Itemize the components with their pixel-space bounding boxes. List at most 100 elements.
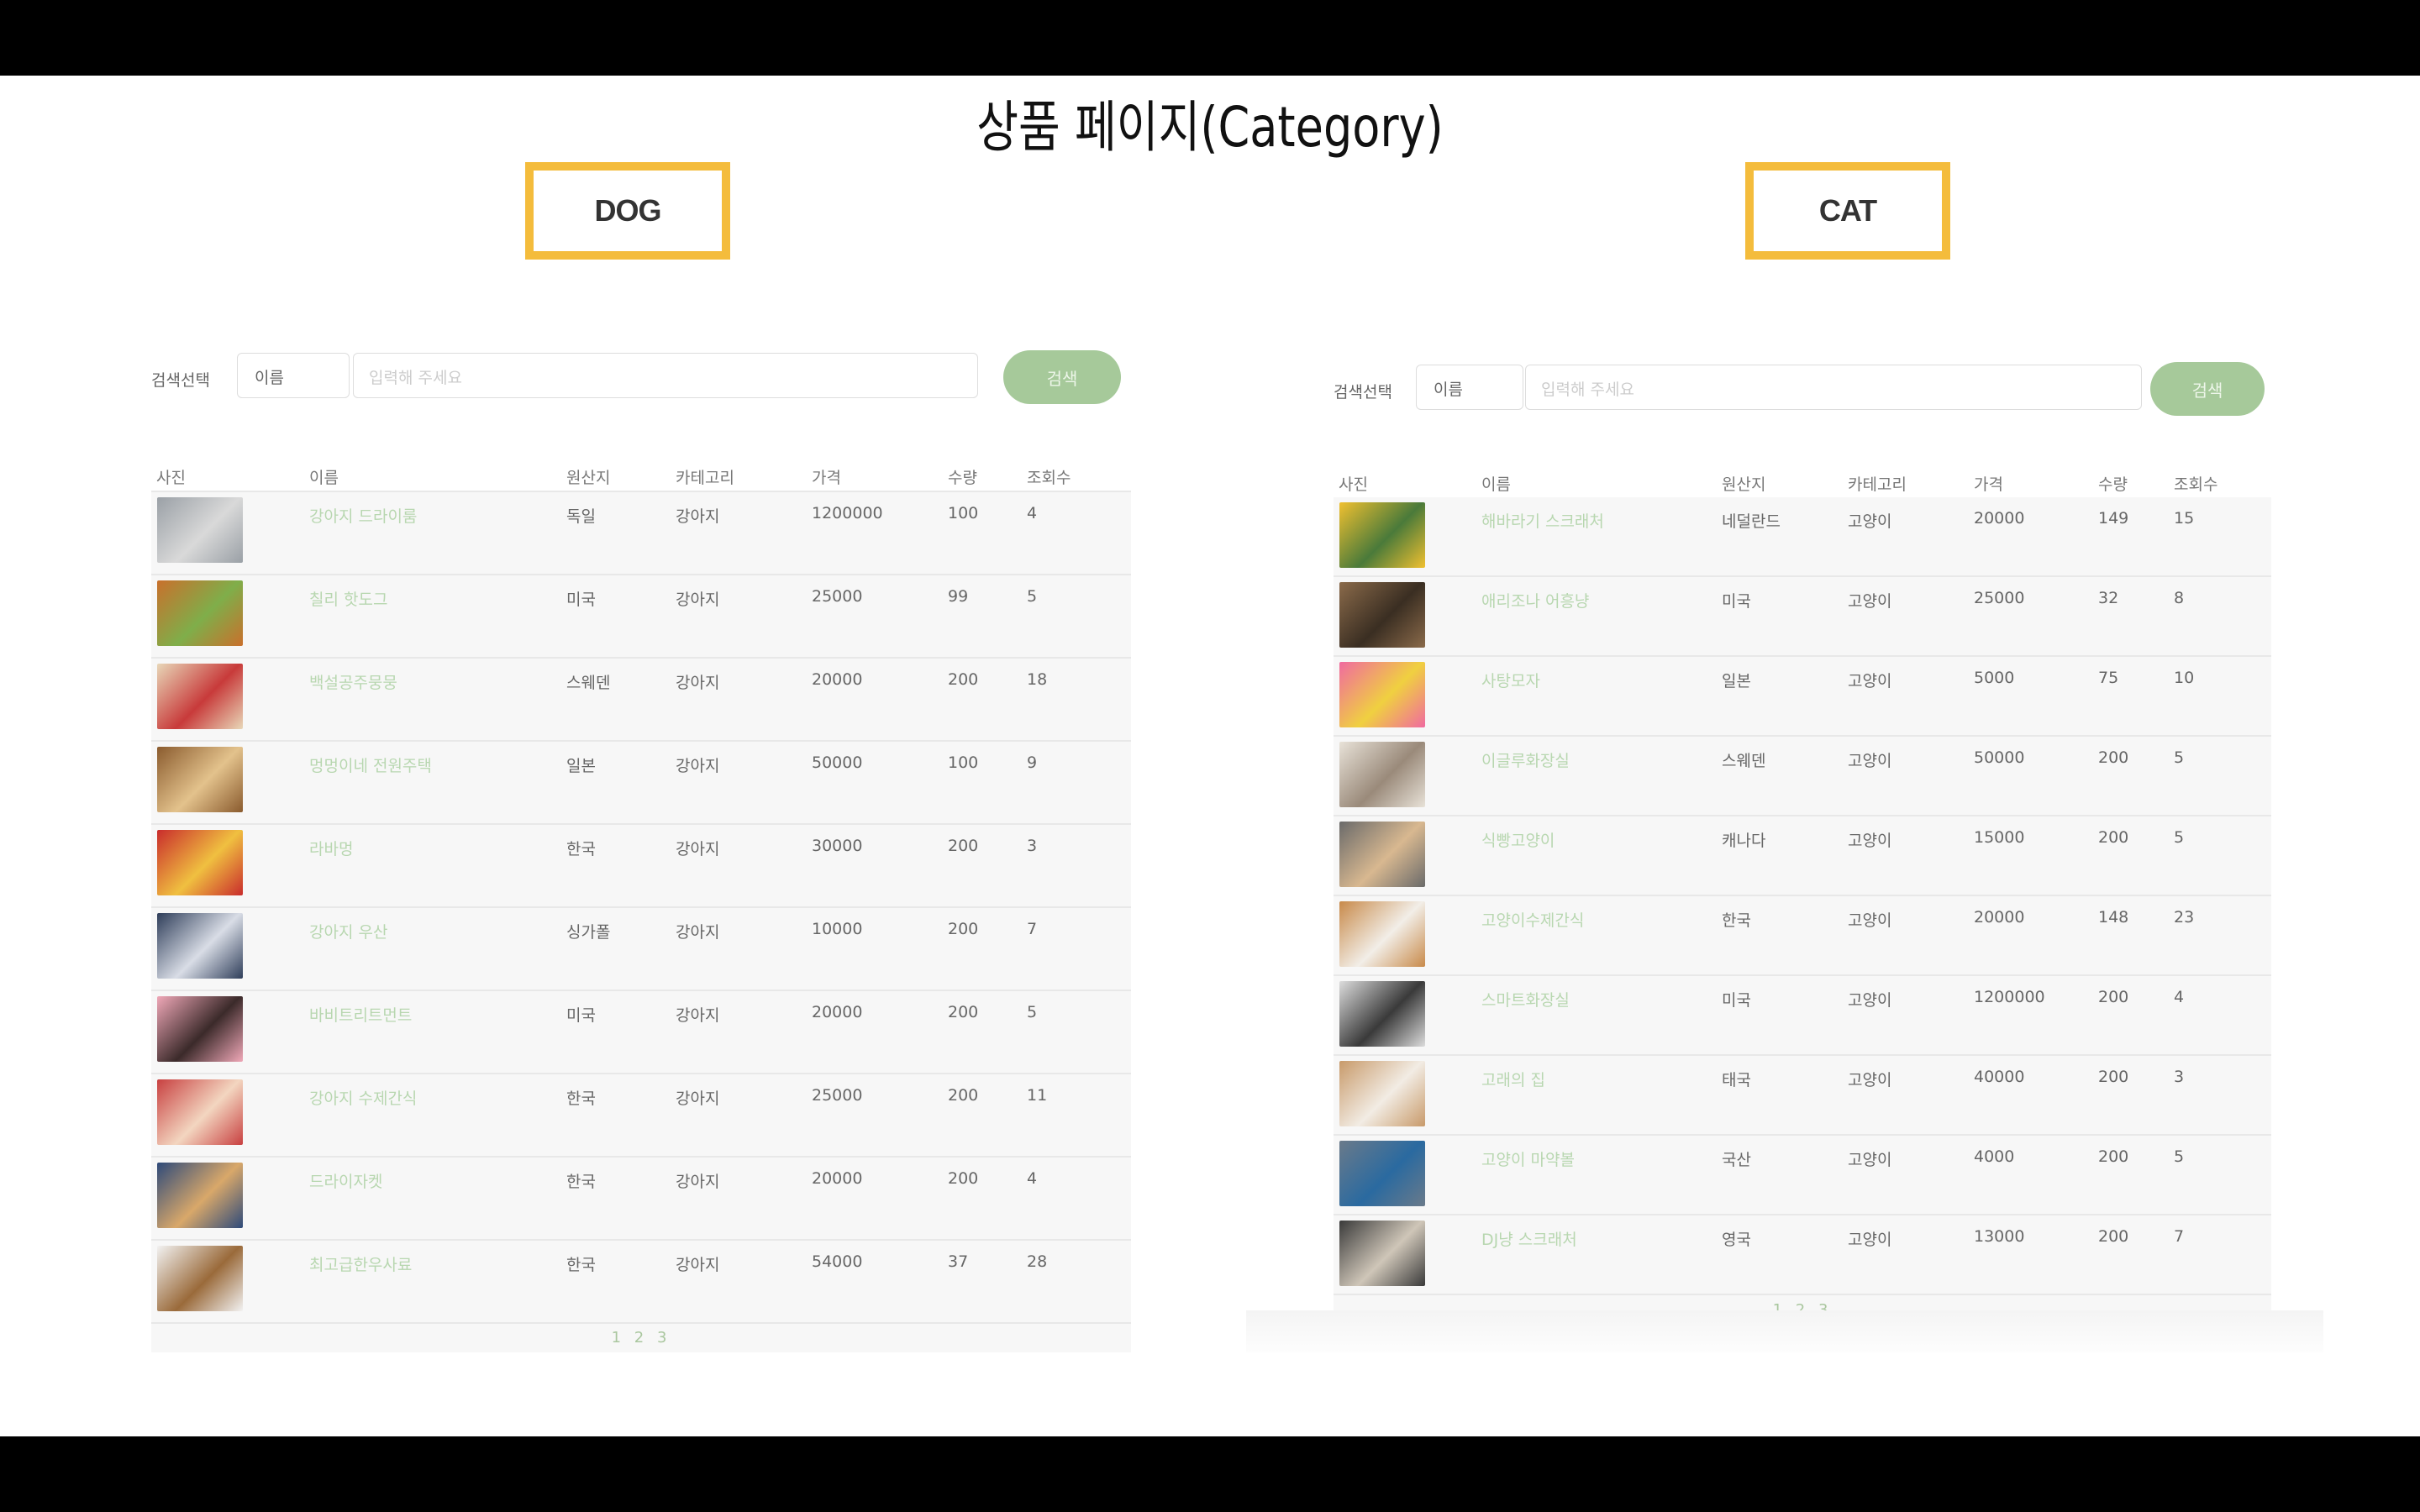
product-name-link[interactable]: 고래의 집	[1481, 1068, 1545, 1090]
product-name-link[interactable]: 해바라기 스크래처	[1481, 509, 1604, 532]
product-origin: 한국	[1722, 911, 1751, 930]
product-name-link[interactable]: 바비트리트먼트	[309, 1003, 412, 1026]
column-price: 가격	[812, 469, 841, 487]
product-name-link[interactable]: DJ냥 스크래처	[1481, 1227, 1577, 1250]
table-row[interactable]: 멍멍이네 전원주택 일본 강아지 50000 100 9	[151, 742, 1131, 825]
product-name-link[interactable]: 강아지 수제간식	[309, 1086, 417, 1109]
product-name-link[interactable]: 강아지 우산	[309, 920, 387, 942]
table-row[interactable]: 고양이수제간식 한국 고양이 20000 148 23	[1334, 896, 2271, 976]
product-price: 25000	[1974, 589, 2025, 607]
product-origin: 한국	[566, 1256, 596, 1274]
dog-cushion-photo[interactable]	[157, 830, 243, 895]
table-row[interactable]: 라바멍 한국 강아지 30000 200 3	[151, 825, 1131, 908]
product-name-link[interactable]: 이글루화장실	[1481, 748, 1570, 771]
table-header: 사진 이름 원산지 카테고리 가격 수량 조회수	[1334, 469, 2271, 499]
table-row[interactable]: 고양이 마약볼 국산 고양이 4000 200 5	[1334, 1136, 2271, 1215]
table-row[interactable]: 스마트화장실 미국 고양이 1200000 200 4	[1334, 976, 2271, 1056]
product-name-link[interactable]: 드라이자켓	[309, 1169, 382, 1192]
column-price: 가격	[1974, 475, 2003, 494]
table-row[interactable]: 이글루화장실 스웨덴 고양이 50000 200 5	[1334, 737, 2271, 816]
white-dog-costume-photo[interactable]	[157, 664, 243, 729]
product-qty: 99	[948, 587, 969, 606]
product-category: 강아지	[676, 674, 720, 692]
handmade-snack-photo[interactable]	[157, 1079, 243, 1145]
bread-cat-photo[interactable]	[1339, 822, 1425, 887]
table-row[interactable]: 최고급한우사료 한국 강아지 54000 37 28	[151, 1241, 1131, 1324]
cat-category-tag[interactable]: CAT	[1745, 162, 1950, 260]
product-category: 고양이	[1848, 1231, 1892, 1249]
dog-house-furniture-photo[interactable]	[157, 747, 243, 812]
product-name-link[interactable]: 애리조나 어흥냥	[1481, 589, 1589, 612]
product-name-link[interactable]: 고양이수제간식	[1481, 908, 1584, 931]
table-header: 사진 이름 원산지 카테고리 가격 수량 조회수	[151, 462, 1131, 492]
product-price: 4000	[1974, 1147, 2015, 1166]
pagination[interactable]: 1 2 3	[151, 1324, 1131, 1352]
product-name-link[interactable]: 백설공주뭉뭉	[309, 670, 397, 693]
table-row[interactable]: DJ냥 스크래처 영국 고양이 13000 200 7	[1334, 1215, 2271, 1295]
search-field-select[interactable]: 이름	[237, 353, 350, 398]
table-row[interactable]: 애리조나 어흥냥 미국 고양이 25000 32 8	[1334, 577, 2271, 657]
product-qty: 200	[948, 920, 979, 938]
product-name-link[interactable]: 스마트화장실	[1481, 988, 1570, 1011]
dog-category-tag[interactable]: DOG	[525, 162, 730, 260]
table-row[interactable]: 식빵고양이 캐나다 고양이 15000 200 5	[1334, 816, 2271, 896]
product-qty: 200	[2098, 988, 2129, 1006]
product-price: 13000	[1974, 1227, 2025, 1246]
product-category: 고양이	[1848, 911, 1892, 930]
product-price: 20000	[1974, 509, 2025, 528]
search-field-select[interactable]: 이름	[1416, 365, 1523, 410]
product-views: 23	[2174, 908, 2195, 927]
table-row[interactable]: 강아지 드라이룸 독일 강아지 1200000 100 4	[151, 492, 1131, 575]
product-qty: 148	[2098, 908, 2129, 927]
smart-litter-photo[interactable]	[1339, 981, 1425, 1047]
column-category: 카테고리	[1848, 475, 1907, 494]
sunflower-scratcher-photo[interactable]	[1339, 502, 1425, 568]
premium-feed-photo[interactable]	[157, 1246, 243, 1311]
product-views: 4	[1027, 504, 1038, 522]
product-views: 15	[2174, 509, 2195, 528]
table-row[interactable]: 해바라기 스크래처 네덜란드 고양이 20000 149 15	[1334, 497, 2271, 577]
dog-treat-pink-photo[interactable]	[157, 996, 243, 1062]
product-name-link[interactable]: 칠리 핫도그	[309, 587, 387, 610]
product-name-link[interactable]: 라바멍	[309, 837, 353, 859]
product-name-link[interactable]: 강아지 드라이룸	[309, 504, 417, 527]
dog-umbrella-photo[interactable]	[157, 913, 243, 979]
search-input[interactable]: 입력해 주세요	[353, 353, 978, 398]
product-name-link[interactable]: 멍멍이네 전원주택	[309, 753, 432, 776]
table-row[interactable]: 사탕모자 일본 고양이 5000 75 10	[1334, 657, 2271, 737]
product-category: 고양이	[1848, 1071, 1892, 1089]
dj-scratcher-photo[interactable]	[1339, 1221, 1425, 1286]
product-name-link[interactable]: 식빵고양이	[1481, 828, 1555, 851]
table-row[interactable]: 드라이자켓 한국 강아지 20000 200 4	[151, 1158, 1131, 1241]
search-input[interactable]: 입력해 주세요	[1525, 365, 2142, 410]
candy-hat-photo[interactable]	[1339, 662, 1425, 727]
lion-cat-photo[interactable]	[1339, 582, 1425, 648]
catnip-photo[interactable]	[1339, 1141, 1425, 1206]
product-price: 30000	[812, 837, 863, 855]
product-name-link[interactable]: 고양이 마약볼	[1481, 1147, 1575, 1170]
product-origin: 일본	[1722, 672, 1751, 690]
product-price: 20000	[812, 1003, 863, 1021]
dry-cape-photo[interactable]	[157, 1163, 243, 1228]
igloo-litter-photo[interactable]	[1339, 742, 1425, 807]
table-row[interactable]: 칠리 핫도그 미국 강아지 25000 99 5	[151, 575, 1131, 659]
table-row[interactable]: 백설공주뭉뭉 스웨덴 강아지 20000 200 18	[151, 659, 1131, 742]
table-row[interactable]: 고래의 집 태국 고양이 40000 200 3	[1334, 1056, 2271, 1136]
product-name-link[interactable]: 사탕모자	[1481, 669, 1540, 691]
table-row[interactable]: 강아지 우산 싱가폴 강아지 10000 200 7	[151, 908, 1131, 991]
product-qty: 200	[2098, 748, 2129, 767]
column-views: 조회수	[1027, 469, 1071, 487]
page-title: 상품 페이지(Category)	[976, 95, 1444, 160]
product-origin: 한국	[566, 840, 596, 858]
product-origin: 미국	[566, 1006, 596, 1025]
search-button[interactable]: 검색	[2150, 362, 2265, 416]
table-row[interactable]: 강아지 수제간식 한국 강아지 25000 200 11	[151, 1074, 1131, 1158]
search-button[interactable]: 검색	[1003, 350, 1121, 404]
dog-house-photo[interactable]	[157, 497, 243, 563]
hotdog-bed-photo[interactable]	[157, 580, 243, 646]
table-row[interactable]: 바비트리트먼트 미국 강아지 20000 200 5	[151, 991, 1131, 1074]
cat-snack-photo[interactable]	[1339, 901, 1425, 967]
product-price: 20000	[812, 1169, 863, 1188]
whale-house-photo[interactable]	[1339, 1061, 1425, 1126]
product-name-link[interactable]: 최고급한우사료	[309, 1252, 412, 1275]
